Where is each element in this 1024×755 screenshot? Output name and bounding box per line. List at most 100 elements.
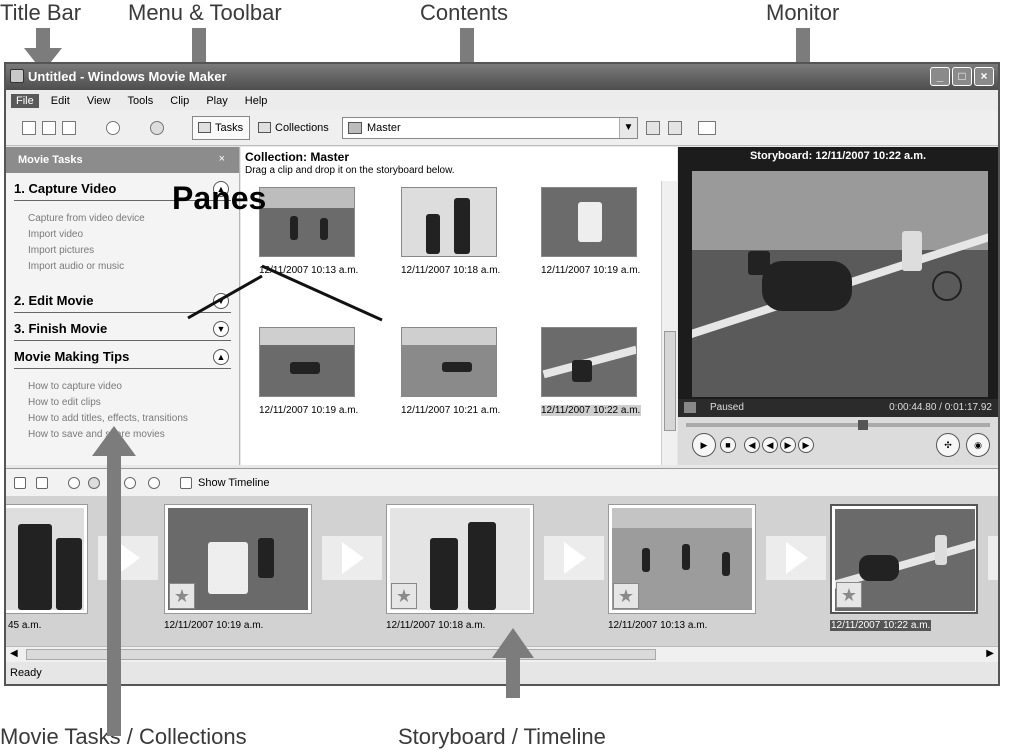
clip-thumbnail[interactable]: 12/11/2007 10:19 a.m. [259, 327, 359, 416]
task-link[interactable]: Import pictures [28, 243, 239, 259]
collection-title: Collection: Master [245, 150, 350, 164]
menu-help[interactable]: Help [245, 95, 268, 107]
transition-arrow-icon [564, 542, 586, 574]
collection-hint: Drag a clip and drop it on the storyboar… [245, 165, 455, 176]
clip-thumbnail[interactable]: 12/11/2007 10:21 a.m. [401, 327, 501, 416]
annotation-menu-toolbar: Menu & Toolbar [128, 0, 282, 25]
transition-arrow-icon [786, 542, 808, 574]
tip-link[interactable]: How to add titles, effects, transitions [28, 411, 239, 427]
star-icon: ★ [836, 582, 862, 608]
annotation-contents: Contents [420, 0, 509, 25]
menu-file[interactable]: File [11, 94, 39, 108]
previous-frame-button[interactable]: ◀ [744, 437, 760, 453]
storyboard-clip[interactable]: 45 a.m. [6, 504, 88, 631]
zoom-in-icon[interactable] [68, 477, 80, 489]
chevron-down-icon[interactable]: ▼ [213, 293, 229, 309]
transition-slot[interactable] [988, 536, 998, 580]
chevron-up-icon[interactable]: ▲ [213, 349, 229, 365]
up-level-icon[interactable] [646, 121, 660, 135]
section-tips[interactable]: Movie Making Tips ▲ [14, 349, 231, 369]
clip-caption: 12/11/2007 10:18 a.m. [401, 265, 501, 276]
scroll-right-icon[interactable]: ▶ [986, 648, 994, 659]
split-clip-button[interactable]: ✣ [936, 433, 960, 457]
show-timeline-button[interactable]: Show Timeline [198, 477, 270, 489]
seek-handle[interactable] [858, 420, 868, 430]
transition-slot[interactable] [322, 536, 382, 580]
set-audio-levels-icon[interactable] [14, 477, 26, 489]
collection-select[interactable]: Master ▼ [342, 117, 638, 139]
task-link[interactable]: Import audio or music [28, 259, 239, 275]
close-icon[interactable]: × [219, 153, 225, 165]
tasks-button[interactable]: Tasks [192, 116, 251, 140]
menu-play[interactable]: Play [206, 95, 227, 107]
selected-clip-caption: 12/11/2007 10:22 a.m. [830, 620, 932, 631]
clip-thumbnail[interactable]: 12/11/2007 10:13 a.m. [259, 187, 359, 276]
rewind-storyboard-icon[interactable] [124, 477, 136, 489]
scroll-left-icon[interactable]: ◀ [10, 648, 18, 659]
timeline-icon[interactable] [180, 477, 192, 489]
take-picture-button[interactable]: ◉ [966, 433, 990, 457]
play-button[interactable]: ▶ [692, 433, 716, 457]
section-finish-movie[interactable]: 3. Finish Movie ▼ [14, 321, 231, 341]
zoom-out-icon[interactable] [88, 477, 100, 489]
maximize-button[interactable]: □ [952, 67, 972, 86]
storyboard-clip[interactable]: ★ 12/11/2007 10:22 a.m. [830, 504, 978, 631]
task-link[interactable]: Import video [28, 227, 239, 243]
clip-thumbnail[interactable]: 12/11/2007 10:19 a.m. [541, 187, 641, 276]
clip-thumbnail[interactable]: 12/11/2007 10:18 a.m. [401, 187, 501, 276]
annotation-monitor: Monitor [766, 0, 840, 25]
storyboard-clip[interactable]: ★ 12/11/2007 10:18 a.m. [386, 504, 534, 631]
tasks-header-title: Movie Tasks [18, 154, 83, 166]
open-project-icon[interactable] [42, 121, 56, 135]
annotation-title-bar: Title Bar [0, 0, 82, 25]
storyboard-clip[interactable]: ★ 12/11/2007 10:19 a.m. [164, 504, 312, 631]
contents-scrollbar[interactable] [661, 181, 677, 465]
play-storyboard-icon[interactable] [148, 477, 160, 489]
stop-button[interactable]: ■ [720, 437, 736, 453]
tasks-header: Movie Tasks × [6, 147, 239, 173]
views-icon[interactable] [698, 121, 716, 135]
tip-link[interactable]: How to capture video [28, 379, 239, 395]
movie-maker-window: Untitled - Windows Movie Maker _ □ × Fil… [4, 62, 1000, 686]
menu-edit[interactable]: Edit [51, 95, 70, 107]
seek-bar[interactable] [686, 420, 990, 430]
monitor-title: Storyboard: 12/11/2007 10:22 a.m. [749, 150, 927, 162]
new-folder-icon[interactable] [668, 121, 682, 135]
clip-frame: ★ [386, 504, 534, 614]
close-button[interactable]: × [974, 67, 994, 86]
title-bar[interactable]: Untitled - Windows Movie Maker _ □ × [6, 64, 998, 90]
undo-icon[interactable] [106, 121, 120, 135]
transition-slot[interactable] [544, 536, 604, 580]
next-frame-button[interactable]: ▶ [798, 437, 814, 453]
clip-frame: ★ [608, 504, 756, 614]
monitor-screen-icon[interactable] [684, 402, 696, 413]
minimize-button[interactable]: _ [930, 67, 950, 86]
chevron-down-icon[interactable]: ▼ [619, 118, 637, 138]
menu-clip[interactable]: Clip [170, 95, 189, 107]
menu-view[interactable]: View [87, 95, 111, 107]
forward-button[interactable]: ▶ [780, 437, 796, 453]
menu-tools[interactable]: Tools [128, 95, 154, 107]
clip-image [541, 327, 637, 397]
collections-button[interactable]: Collections [252, 116, 336, 140]
transition-slot[interactable] [766, 536, 826, 580]
contents-pane: Collection: Master Drag a clip and drop … [241, 147, 677, 465]
annotation-tasks-collections: Movie Tasks / Collections [0, 724, 247, 749]
chevron-down-icon[interactable]: ▼ [213, 321, 229, 337]
clip-image [401, 187, 497, 257]
tip-link[interactable]: How to edit clips [28, 395, 239, 411]
narrate-icon[interactable] [36, 477, 48, 489]
section-edit-movie[interactable]: 2. Edit Movie ▼ [14, 293, 231, 313]
rewind-button[interactable]: ◀ [762, 437, 778, 453]
scrollbar-thumb[interactable] [664, 331, 676, 431]
redo-icon[interactable] [150, 121, 164, 135]
tasks-button-label: Tasks [215, 122, 244, 134]
save-project-icon[interactable] [62, 121, 76, 135]
clip-thumbnail[interactable]: 12/11/2007 10:22 a.m. [541, 327, 641, 416]
collection-select-value: Master [367, 122, 401, 134]
storyboard-clip[interactable]: ★ 12/11/2007 10:13 a.m. [608, 504, 756, 631]
clip-caption: 12/11/2007 10:13 a.m. [259, 265, 359, 276]
clip-frame: ★ [164, 504, 312, 614]
section-title: Movie Making Tips [14, 349, 130, 364]
new-project-icon[interactable] [22, 121, 36, 135]
